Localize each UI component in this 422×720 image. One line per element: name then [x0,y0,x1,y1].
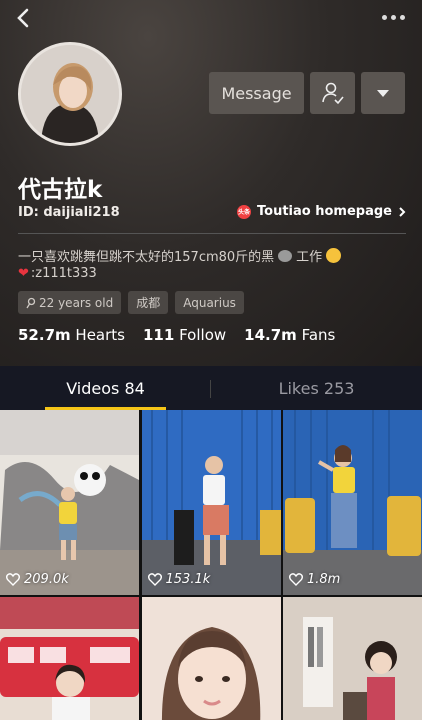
video-like-count: 153.1k [147,572,211,587]
video-like-count: 209.0k [6,572,69,587]
video-grid: 209.0k 153.1k 1.8m [0,410,422,720]
tab-videos[interactable]: Videos 84 [0,366,211,410]
avatar[interactable] [18,42,122,146]
more-options-button[interactable] [382,8,408,26]
follow-button[interactable] [310,72,355,114]
koala-emoji-icon [278,249,293,262]
profile-page: Message 代古拉k ID: daijiali218 头条 Toutiao … [0,0,422,720]
stat-hearts[interactable]: 52.7m Hearts [18,326,125,344]
video-like-count-label: 1.8m [307,572,341,587]
tag-zodiac: Aquarius [175,291,244,314]
video-thumbnail[interactable]: 209.0k [0,410,139,595]
tag-age: 22 years old [18,291,122,314]
heart-emoji-icon: ❤ [18,266,29,281]
toutiao-homepage-link[interactable]: 头条 Toutiao homepage [237,204,406,219]
stat-hearts-label: Hearts [75,326,125,344]
bio-text: 一只喜欢跳舞但跳不太好的157cm80斤的黑 [18,250,275,265]
dot-icon [382,14,387,20]
video-thumbnail[interactable] [141,597,281,720]
avatar-photo [21,45,119,143]
stat-follow-value: 111 [143,326,175,344]
heart-outline-icon [289,573,303,586]
user-check-icon [321,82,344,105]
tag-location: 成都 [128,291,169,314]
toutiao-link-label: Toutiao homepage [257,204,392,219]
stat-follow-label: Follow [179,326,227,344]
video-thumbnail-image [141,410,281,595]
smile-emoji-icon [326,248,342,263]
stat-hearts-value: 52.7m [18,326,71,344]
video-thumbnail-image [141,597,281,720]
caret-down-icon [377,89,389,97]
gender-icon [26,297,36,308]
heart-outline-icon [147,573,162,586]
profile-name: 代古拉k [18,177,103,203]
video-thumbnail[interactable]: 1.8m [283,410,422,595]
dot-icon [400,14,405,20]
stat-fans-value: 14.7m [244,326,297,344]
message-button[interactable]: Message [209,72,304,114]
video-thumbnail-image [0,597,139,720]
bio-contact: :z111t333 [30,266,97,281]
video-thumbnail-image [283,410,422,595]
back-button[interactable] [12,4,38,32]
user-id: ID: daijiali218 [18,205,120,220]
video-like-count-label: 209.0k [24,572,69,587]
bio-line-1: 一只喜欢跳舞但跳不太好的157cm80斤的黑 工作 [18,246,342,265]
video-thumbnail-image [283,597,422,720]
bio-line-2: ❤ :z111t333 [18,266,97,281]
chevron-right-icon [399,206,406,217]
video-thumbnail[interactable] [283,597,422,720]
video-like-count-label: 153.1k [165,572,211,587]
profile-stats: 52.7m Hearts 111 Follow 14.7m Fans [18,326,335,344]
heart-outline-icon [6,573,20,586]
chevron-left-icon [17,8,29,28]
profile-header: Message 代古拉k ID: daijiali218 头条 Toutiao … [0,0,422,366]
stat-fans-label: Fans [301,326,336,344]
tab-likes[interactable]: Likes 253 [211,366,422,410]
tag-age-label: 22 years old [39,295,114,310]
video-thumbnail[interactable] [0,597,139,720]
tab-separator [210,380,211,398]
content-tabs: Videos 84 Likes 253 [0,366,422,410]
profile-tags: 22 years old 成都 Aquarius [18,291,244,314]
video-thumbnail[interactable]: 153.1k [141,410,281,595]
stat-follow[interactable]: 111 Follow [143,326,226,344]
toutiao-logo-icon: 头条 [237,204,252,219]
dot-icon [391,14,396,20]
bio-text-suffix: 工作 [296,250,323,265]
video-thumbnail-image [0,410,139,595]
recommend-dropdown-button[interactable] [361,72,405,114]
divider [18,233,406,234]
stat-fans[interactable]: 14.7m Fans [244,326,335,344]
video-like-count: 1.8m [289,572,340,587]
